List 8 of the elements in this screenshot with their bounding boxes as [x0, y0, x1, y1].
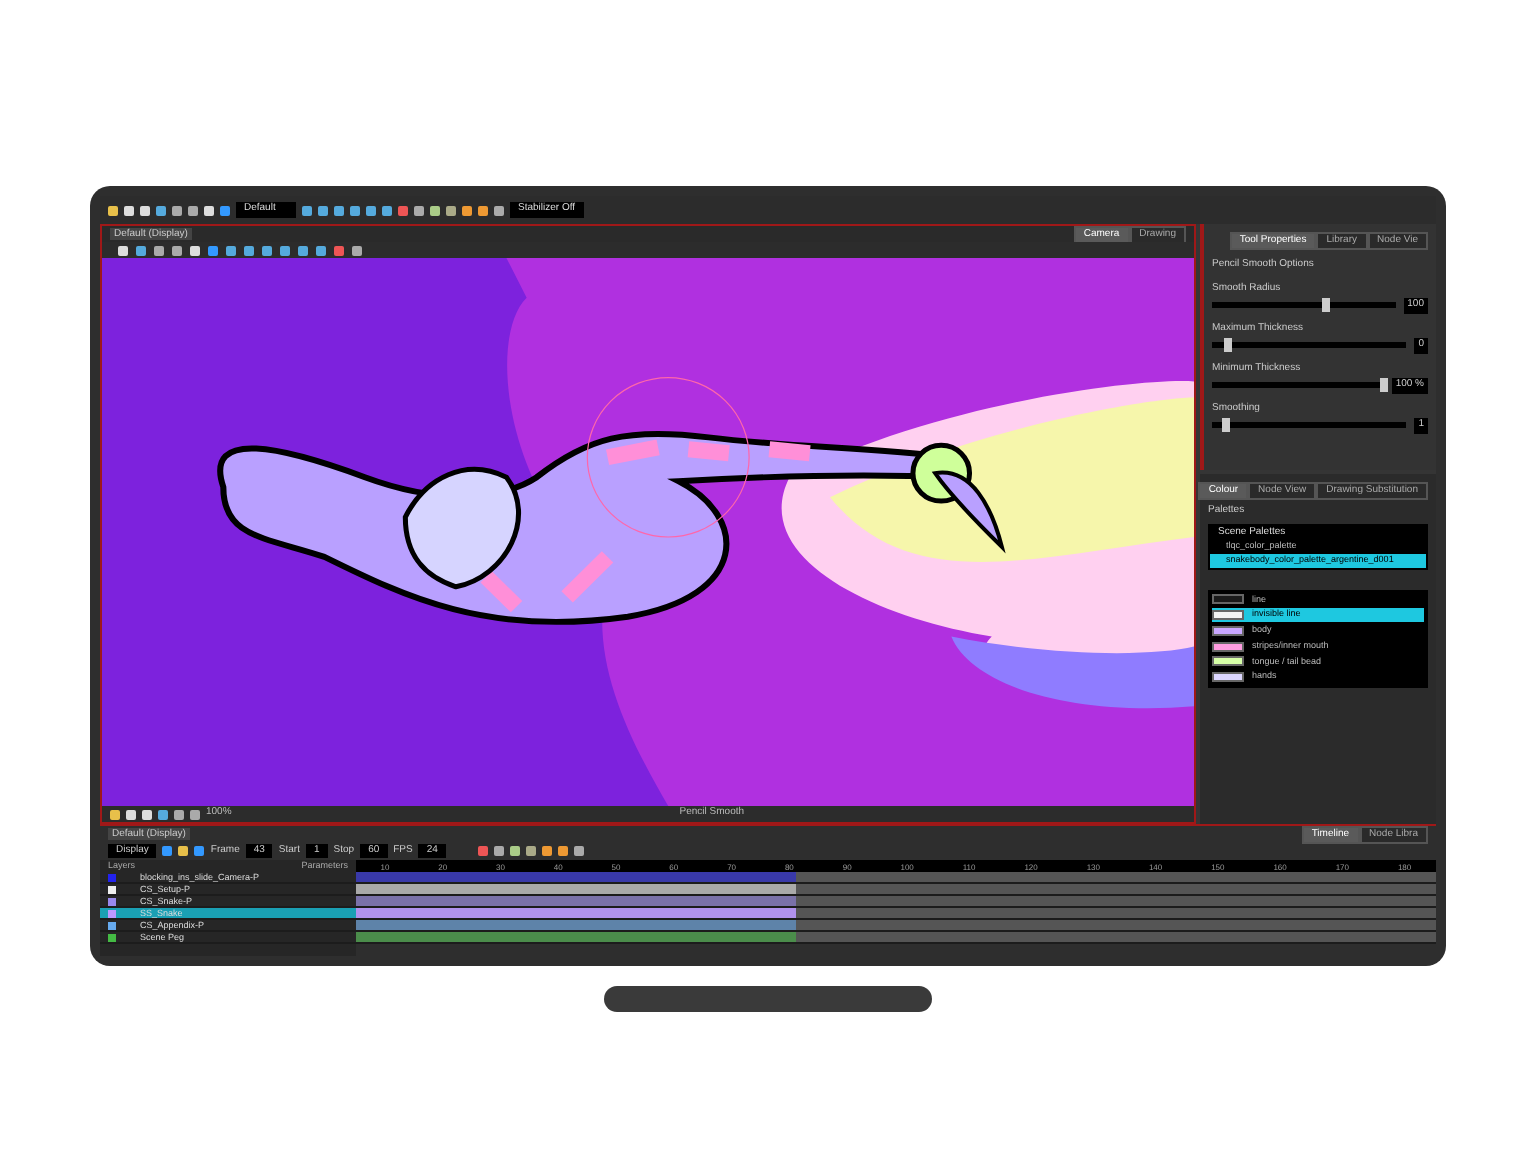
slider-thumb[interactable] [1221, 418, 1230, 433]
slider-thumb[interactable] [1379, 378, 1388, 393]
slider-thumb[interactable] [1223, 338, 1232, 353]
slider-track[interactable] [1212, 342, 1407, 349]
slider-track[interactable] [1212, 382, 1384, 389]
slider-thumb[interactable] [1321, 298, 1330, 313]
slider-track[interactable] [1212, 302, 1396, 309]
slider-track[interactable] [1212, 422, 1407, 429]
